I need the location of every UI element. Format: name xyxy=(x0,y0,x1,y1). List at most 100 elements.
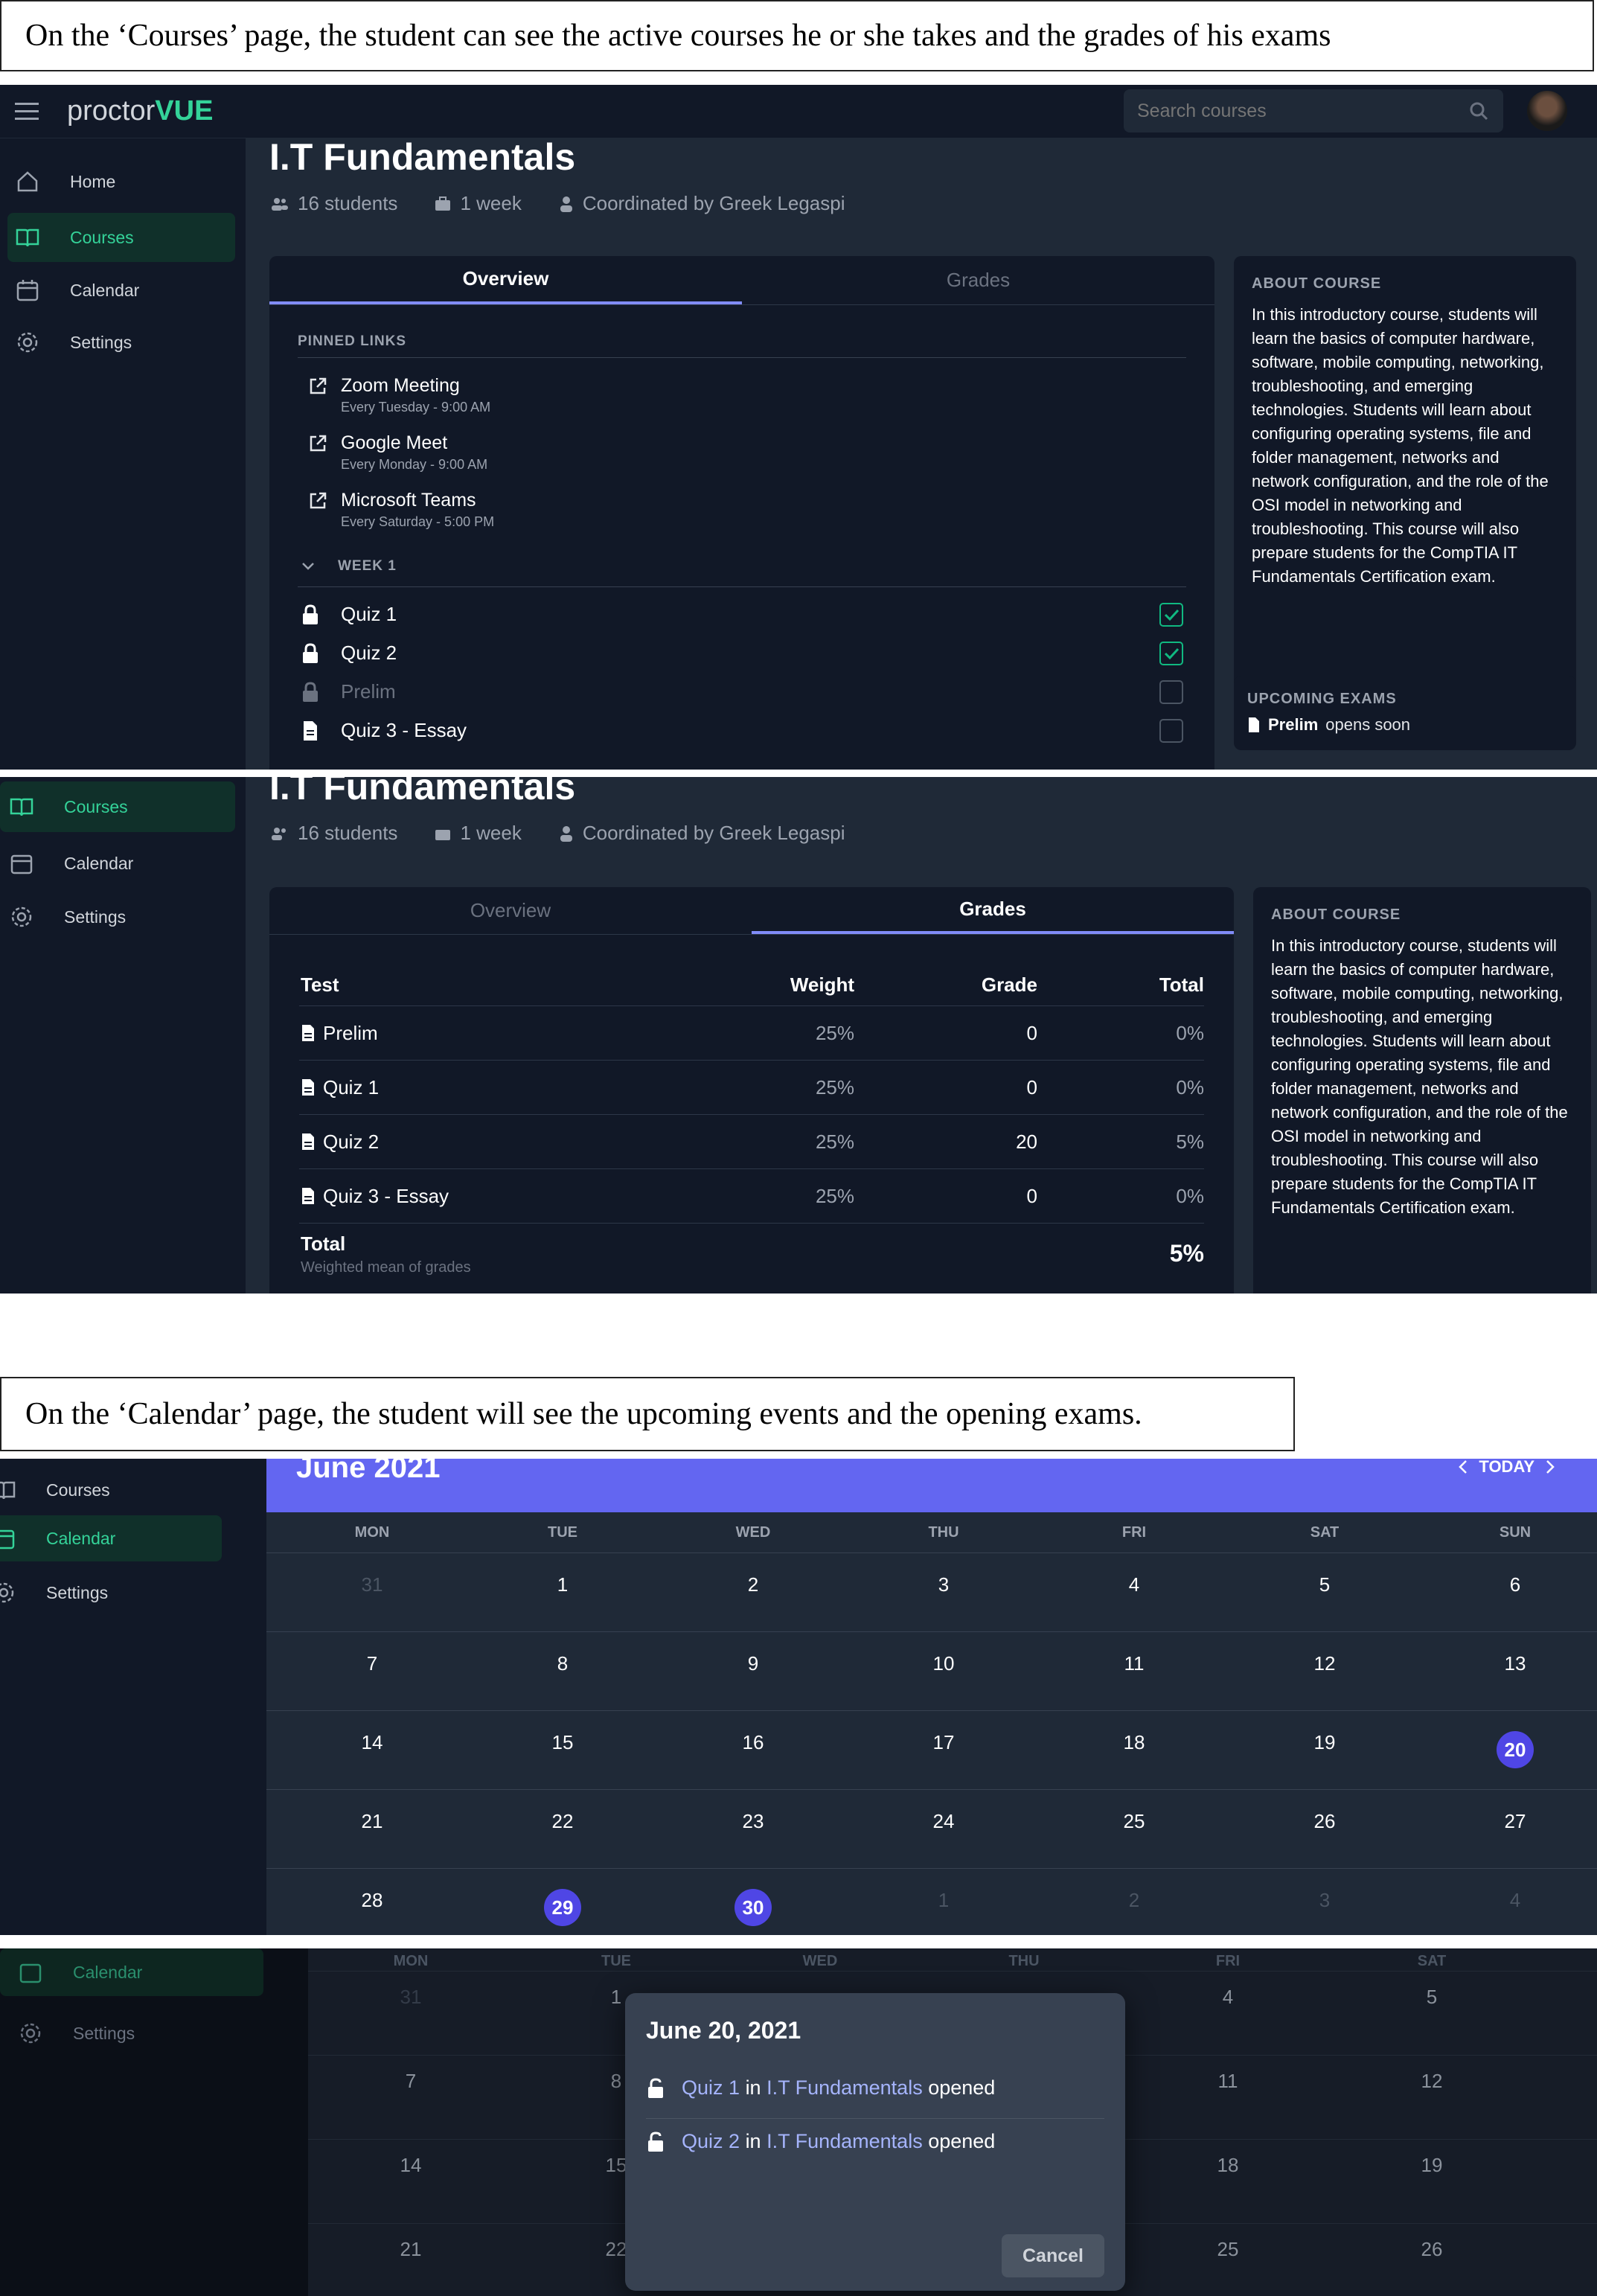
calendar-day[interactable]: 5 xyxy=(1265,1573,1384,1596)
calendar-day[interactable]: 18 xyxy=(1168,2154,1287,2177)
calendar-day[interactable]: 24 xyxy=(884,1810,1003,1833)
calendar-day[interactable]: 1 xyxy=(884,1889,1003,1912)
lock-icon xyxy=(303,604,318,624)
calendar-day[interactable]: 18 xyxy=(1075,1731,1194,1754)
tab-overview[interactable]: Overview xyxy=(269,887,752,934)
event-course-link[interactable]: I.T Fundamentals xyxy=(767,2076,923,2100)
calendar-day-with-events[interactable]: 29 xyxy=(503,1889,622,1926)
item-checkbox-quiz3[interactable] xyxy=(1159,719,1183,743)
calendar-day[interactable]: 19 xyxy=(1372,2154,1491,2177)
pinned-link-zoom[interactable]: Zoom Meeting Every Tuesday - 9:00 AM xyxy=(310,375,490,415)
nav-calendar[interactable]: Calendar xyxy=(7,269,235,311)
course-item-prelim[interactable]: Prelim xyxy=(301,680,396,703)
calendar-day[interactable]: 28 xyxy=(313,1889,432,1912)
nav-home[interactable]: Home xyxy=(7,161,235,202)
calendar-day[interactable]: 22 xyxy=(503,1810,622,1833)
week-toggle[interactable]: WEEK 1 xyxy=(301,558,397,575)
calendar-day[interactable]: 2 xyxy=(694,1573,813,1596)
calendar-day[interactable]: 14 xyxy=(351,2154,470,2177)
calendar-day[interactable]: 2 xyxy=(1075,1889,1194,1912)
event-exam-link[interactable]: Quiz 1 xyxy=(682,2076,740,2100)
cancel-button[interactable]: Cancel xyxy=(1002,2234,1104,2277)
nav-courses[interactable]: Courses xyxy=(0,1469,222,1511)
tab-overview[interactable]: Overview xyxy=(269,256,742,304)
calendar-day[interactable]: 21 xyxy=(313,1810,432,1833)
calendar-day[interactable]: 26 xyxy=(1265,1810,1384,1833)
nav-courses[interactable]: Courses xyxy=(0,781,235,832)
calendar-day[interactable]: 21 xyxy=(351,2238,470,2261)
course-item-quiz2[interactable]: Quiz 2 xyxy=(301,642,397,665)
grades-row[interactable]: Quiz 2 25% 20 5% xyxy=(299,1115,1204,1169)
home-icon xyxy=(15,169,40,194)
calendar-day[interactable]: 10 xyxy=(884,1652,1003,1675)
pinned-link-teams[interactable]: Microsoft Teams Every Saturday - 5:00 PM xyxy=(310,490,494,530)
calendar-day[interactable]: 31 xyxy=(313,1573,432,1596)
calendar-day[interactable]: 15 xyxy=(503,1731,622,1754)
calendar-day[interactable]: 14 xyxy=(313,1731,432,1754)
calendar-day[interactable]: 12 xyxy=(1372,2070,1491,2093)
nav-settings[interactable]: Settings xyxy=(0,896,235,938)
nav-settings[interactable]: Settings xyxy=(0,2012,263,2054)
calendar-day[interactable]: 7 xyxy=(351,2070,470,2093)
calendar-day[interactable]: 11 xyxy=(1075,1652,1194,1675)
calendar-day[interactable]: 7 xyxy=(313,1652,432,1675)
screenshot-courses-grades: Courses Calendar Settings I.T Fundamenta… xyxy=(0,777,1597,1294)
calendar-day[interactable]: 3 xyxy=(1265,1889,1384,1912)
upcoming-exam-entry[interactable]: Prelim opens soon xyxy=(1247,715,1563,735)
chevron-left-icon[interactable] xyxy=(1458,1459,1468,1475)
students-text: 16 students xyxy=(298,192,398,214)
event-course-link[interactable]: I.T Fundamentals xyxy=(767,2130,923,2153)
search-icon[interactable] xyxy=(1469,101,1488,124)
calendar-day[interactable]: 3 xyxy=(884,1573,1003,1596)
calendar-day[interactable]: 4 xyxy=(1075,1573,1194,1596)
calendar-day[interactable]: 8 xyxy=(503,1652,622,1675)
calendar-day[interactable]: 6 xyxy=(1456,1573,1575,1596)
search-box[interactable] xyxy=(1124,89,1503,132)
nav-settings[interactable]: Settings xyxy=(0,1572,222,1614)
calendar-day[interactable]: 16 xyxy=(694,1731,813,1754)
item-checkbox-quiz2[interactable] xyxy=(1159,642,1183,665)
calendar-day[interactable]: 12 xyxy=(1265,1652,1384,1675)
calendar-day[interactable]: 27 xyxy=(1456,1810,1575,1833)
nav-calendar[interactable]: Calendar xyxy=(0,842,235,884)
grades-row[interactable]: Quiz 3 - Essay 25% 0 0% xyxy=(299,1169,1204,1224)
calendar-day[interactable]: 25 xyxy=(1168,2238,1287,2261)
calendar-day[interactable]: 13 xyxy=(1456,1652,1575,1675)
item-checkbox-prelim[interactable] xyxy=(1159,680,1183,704)
avatar[interactable] xyxy=(1527,91,1567,131)
grades-row[interactable]: Quiz 1 25% 0 0% xyxy=(299,1061,1204,1115)
calendar-day[interactable]: 1 xyxy=(503,1573,622,1596)
calendar-day[interactable]: 9 xyxy=(694,1652,813,1675)
calendar-day[interactable]: 5 xyxy=(1372,1986,1491,2009)
tab-grades[interactable]: Grades xyxy=(742,256,1214,304)
tab-grades[interactable]: Grades xyxy=(752,887,1234,934)
calendar-day[interactable]: 31 xyxy=(351,1986,470,2009)
calendar-day[interactable]: 4 xyxy=(1456,1889,1575,1912)
nav-calendar[interactable]: Calendar xyxy=(0,1515,222,1561)
calendar-day-with-events[interactable]: 20 xyxy=(1456,1731,1575,1768)
calendar-day[interactable]: 4 xyxy=(1168,1986,1287,2009)
today-button[interactable]: TODAY xyxy=(1479,1459,1534,1477)
calendar-day[interactable]: 26 xyxy=(1372,2238,1491,2261)
course-item-quiz3[interactable]: Quiz 3 - Essay xyxy=(301,719,467,742)
item-checkbox-quiz1[interactable] xyxy=(1159,603,1183,627)
nav-courses[interactable]: Courses xyxy=(7,213,235,262)
grades-row[interactable]: Prelim 25% 0 0% xyxy=(299,1006,1204,1061)
nav-settings[interactable]: Settings xyxy=(7,322,235,363)
pinned-link-google-meet[interactable]: Google Meet Every Monday - 9:00 AM xyxy=(310,432,487,473)
calendar-day[interactable]: 17 xyxy=(884,1731,1003,1754)
grade-value: 0 xyxy=(1026,1021,1037,1044)
calendar-day[interactable]: 11 xyxy=(1168,2070,1287,2093)
search-input[interactable] xyxy=(1137,98,1450,124)
nav-calendar[interactable]: Calendar xyxy=(0,1948,263,1996)
menu-icon[interactable] xyxy=(15,101,39,126)
calendar-day[interactable]: 19 xyxy=(1265,1731,1384,1754)
app-logo[interactable]: proctorVUE xyxy=(67,95,213,127)
coordinator-text: Coordinated by Greek Legaspi xyxy=(582,822,845,844)
calendar-day[interactable]: 23 xyxy=(694,1810,813,1833)
calendar-day[interactable]: 25 xyxy=(1075,1810,1194,1833)
course-item-quiz1[interactable]: Quiz 1 xyxy=(301,603,397,626)
calendar-day-with-events[interactable]: 30 xyxy=(694,1889,813,1926)
event-exam-link[interactable]: Quiz 2 xyxy=(682,2130,740,2153)
chevron-right-icon[interactable] xyxy=(1545,1459,1555,1475)
